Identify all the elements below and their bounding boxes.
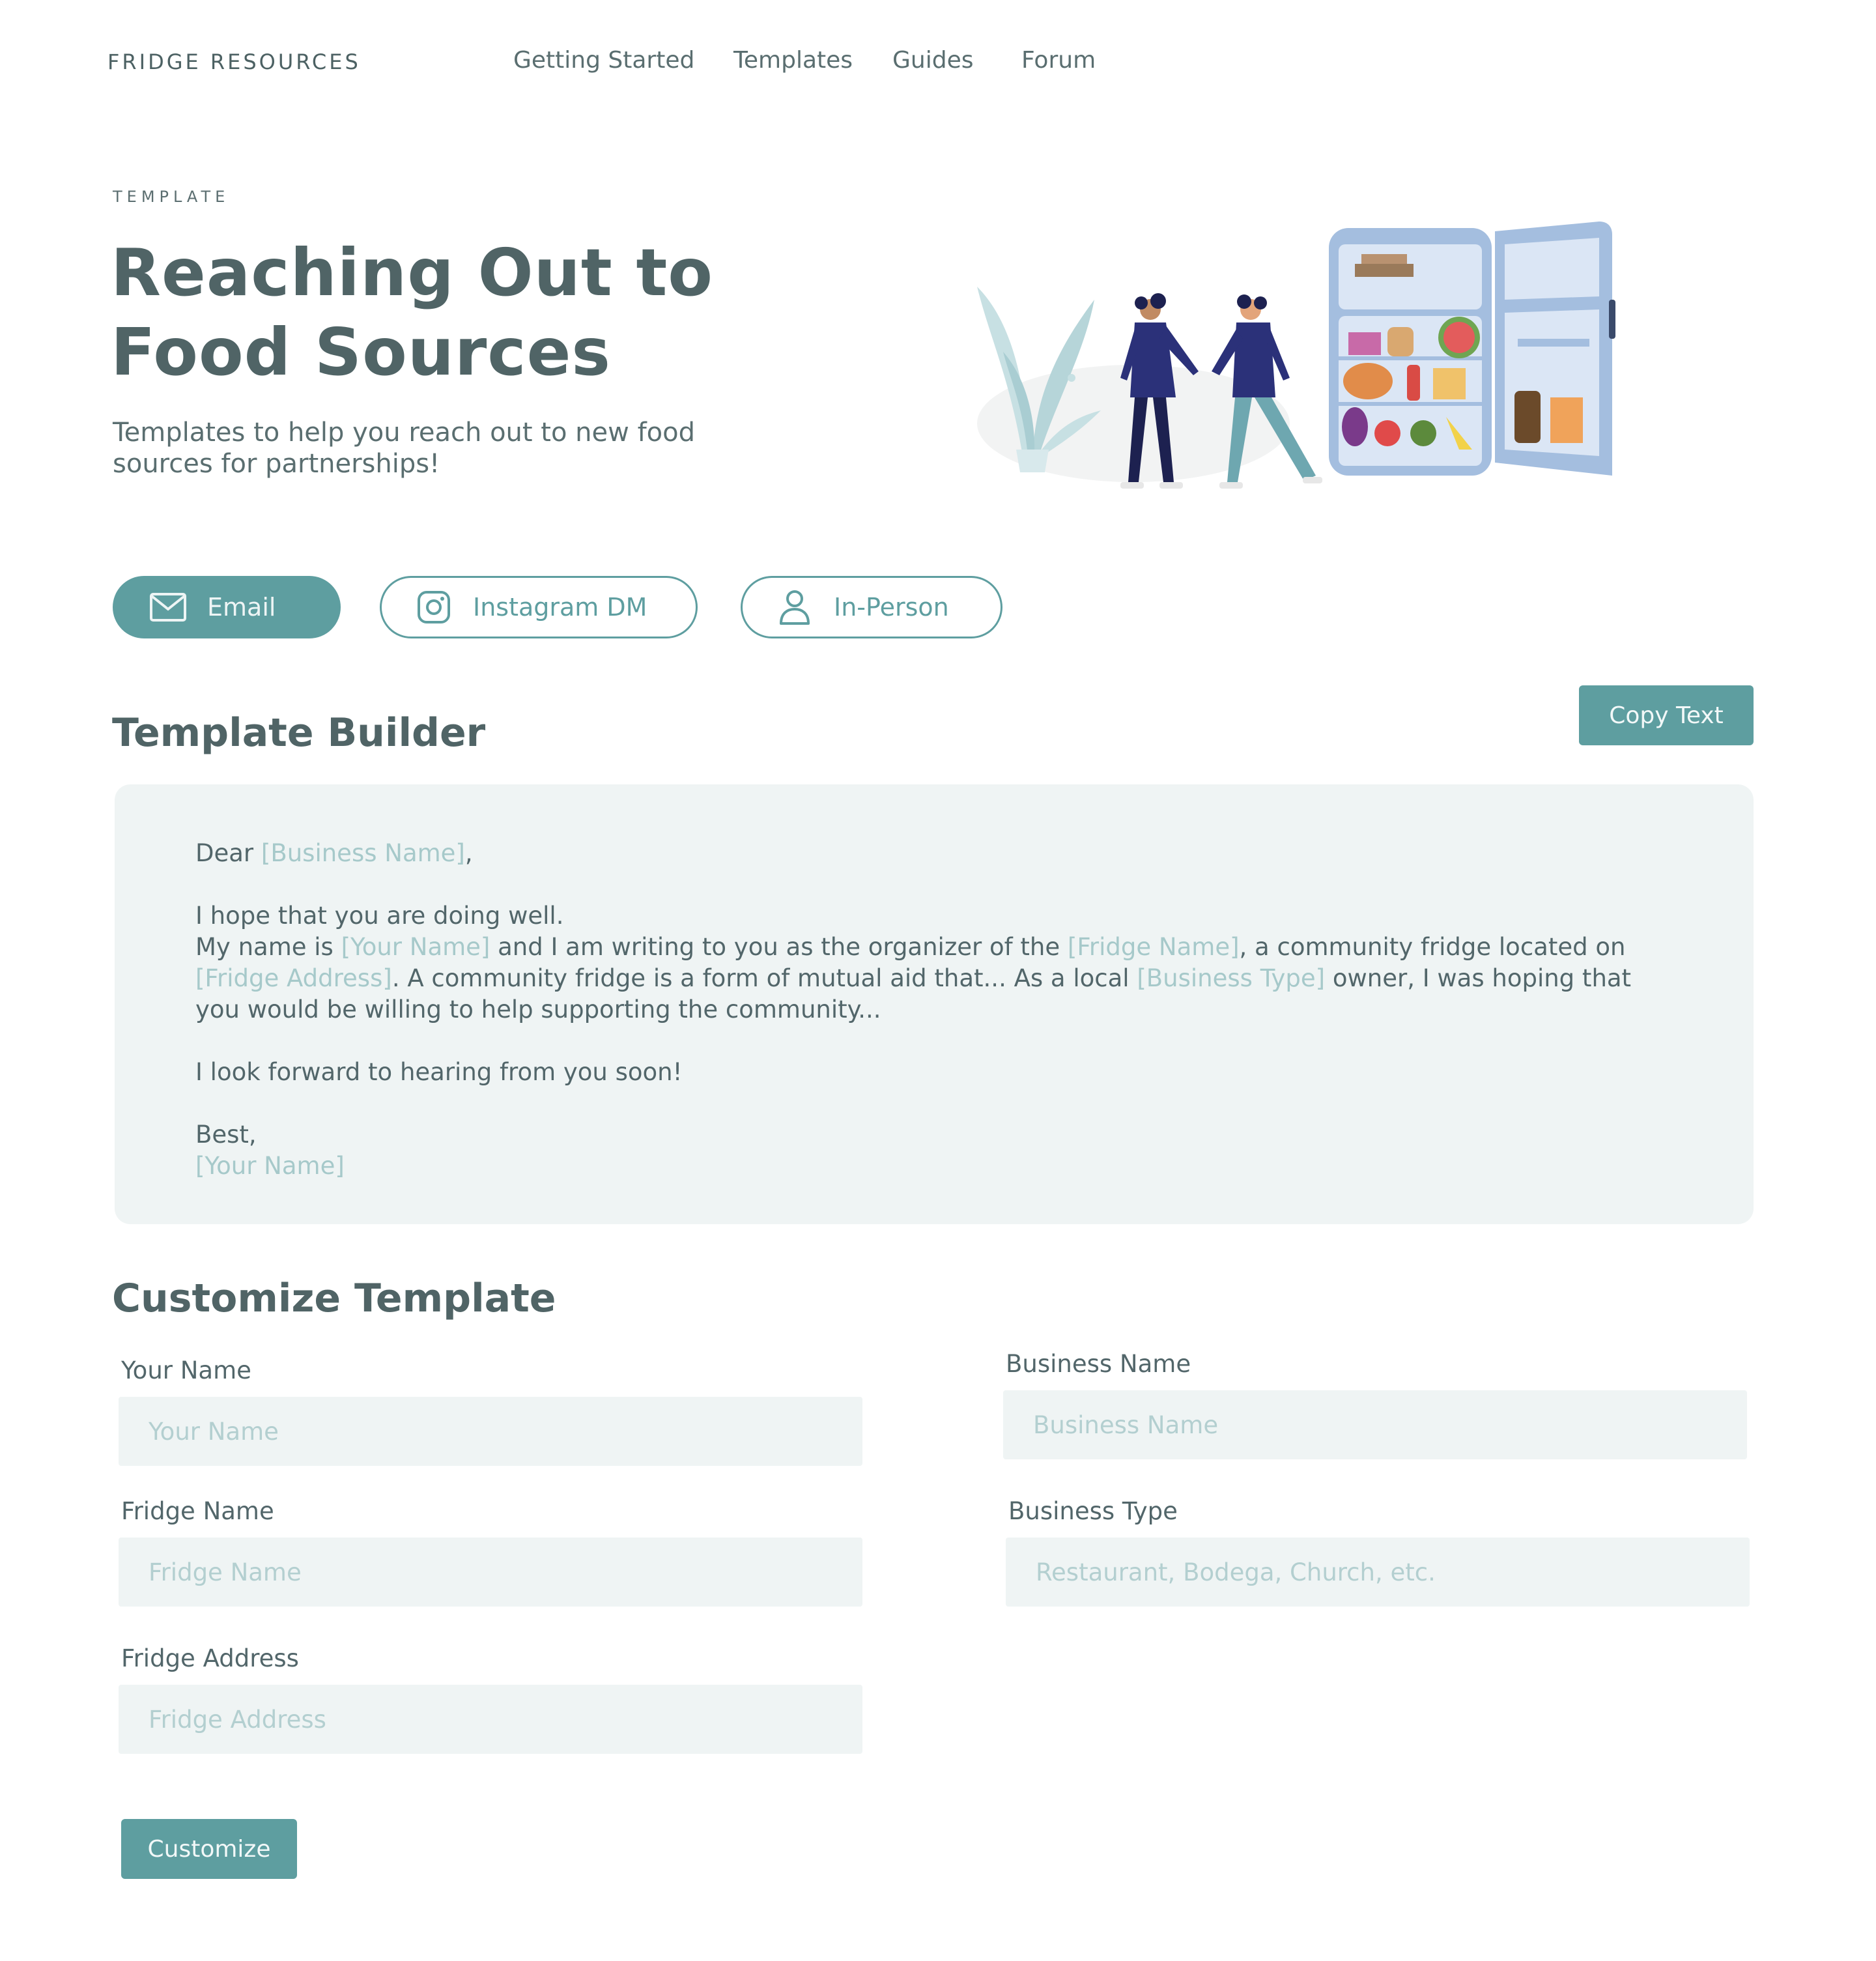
letter-line-hope: I hope that you are doing well. (195, 902, 564, 930)
copy-text-button[interactable]: Copy Text (1579, 685, 1754, 745)
business-type-label: Business Type (1008, 1497, 1178, 1525)
nav-link-getting-started[interactable]: Getting Started (513, 47, 694, 74)
community-fridge-illustration (977, 222, 1615, 489)
nav-link-forum[interactable]: Forum (1021, 47, 1096, 74)
tab-instagram-dm-label: Instagram DM (473, 593, 647, 622)
letter-preview: Dear [Business Name], I hope that you ar… (115, 784, 1754, 1224)
template-builder-heading: Template Builder (112, 710, 486, 756)
page-title-line-1: Reaching Out to (111, 235, 713, 311)
nav-link-templates[interactable]: Templates (733, 47, 853, 74)
tab-email-label: Email (207, 593, 276, 622)
your-name-input[interactable] (119, 1397, 862, 1466)
tab-instagram-dm[interactable]: Instagram DM (380, 576, 698, 638)
placeholder-fridge-address: [Fridge Address] (195, 964, 392, 992)
letter-text: My name is (195, 933, 341, 961)
tab-in-person[interactable]: In-Person (741, 576, 1002, 638)
page-title: Reaching Out to Food Sources (111, 233, 827, 392)
page-title-line-2: Food Sources (111, 314, 611, 390)
instagram-icon (414, 588, 453, 627)
your-name-label: Your Name (121, 1356, 251, 1384)
letter-sign-off: Best, (195, 1121, 257, 1149)
page-subtitle-line-2: sources for partnerships! (113, 449, 440, 479)
nav-link-guides[interactable]: Guides (892, 47, 973, 74)
letter-text: . A community fridge is a form of mutual… (391, 964, 1137, 992)
customize-button[interactable]: Customize (121, 1819, 297, 1879)
business-name-input[interactable] (1003, 1390, 1747, 1459)
letter-greeting: Dear [Business Name], (195, 838, 1673, 869)
placeholder-fridge-name: [Fridge Name] (1067, 933, 1240, 961)
fridge-name-input[interactable] (119, 1538, 862, 1607)
business-type-input[interactable] (1006, 1538, 1750, 1607)
site-brand[interactable]: FRIDGE RESOURCES (107, 50, 361, 74)
letter-text: , (464, 839, 473, 867)
tab-email[interactable]: Email (113, 576, 341, 638)
customize-template-heading: Customize Template (112, 1276, 556, 1321)
placeholder-business-type: [Business Type] (1137, 964, 1326, 992)
letter-text: , a community fridge located on (1239, 933, 1626, 961)
mail-icon (149, 588, 188, 627)
page-subtitle: Templates to help you reach out to new f… (113, 417, 764, 480)
fridge-address-input[interactable] (119, 1685, 862, 1754)
page-subtitle-line-1: Templates to help you reach out to new f… (113, 418, 695, 448)
fridge-name-label: Fridge Name (121, 1497, 274, 1525)
open-fridge-illustration (1329, 222, 1615, 476)
letter-closing-line: I look forward to hearing from you soon! (195, 1058, 683, 1086)
letter-text: Dear (195, 839, 261, 867)
placeholder-your-name: [Your Name] (341, 933, 490, 961)
page-eyebrow: TEMPLATE (113, 188, 230, 206)
person-icon (775, 588, 814, 627)
letter-body: My name is [Your Name] and I am writing … (195, 932, 1673, 1025)
placeholder-signature-name: [Your Name] (195, 1152, 345, 1180)
fridge-address-label: Fridge Address (121, 1644, 299, 1672)
business-name-label: Business Name (1006, 1350, 1191, 1378)
placeholder-business-name: [Business Name] (261, 839, 465, 867)
letter-text: and I am writing to you as the organizer… (490, 933, 1068, 961)
tab-in-person-label: In-Person (834, 593, 949, 622)
